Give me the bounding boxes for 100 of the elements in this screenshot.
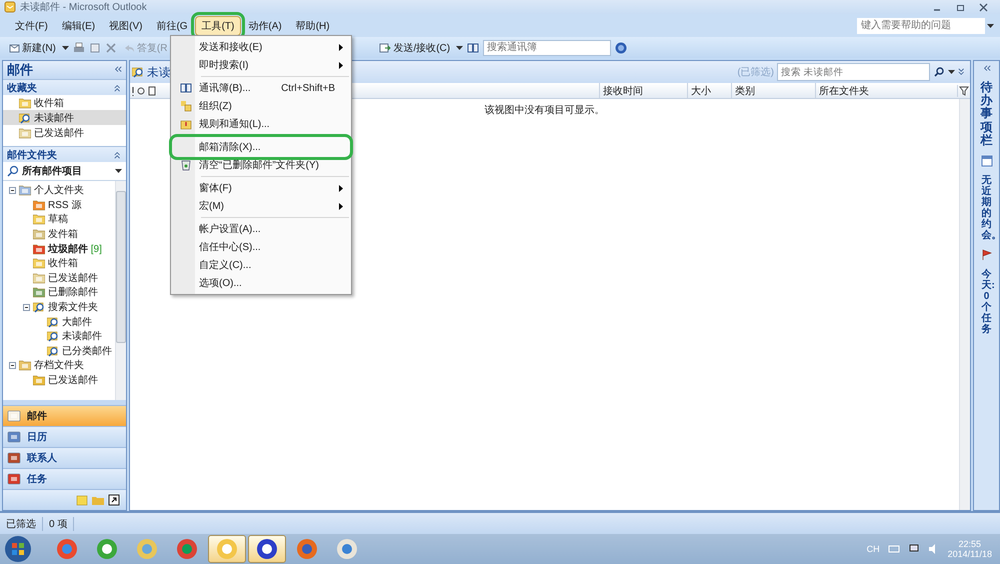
nav-button[interactable]: 联系人	[3, 447, 126, 468]
folder-item[interactable]: 收件箱	[48, 256, 78, 270]
app-icon	[56, 538, 78, 560]
menu-item[interactable]: 前往(G	[149, 16, 195, 36]
app-icon	[136, 538, 158, 560]
delete-icon[interactable]	[104, 42, 117, 54]
bin-icon	[180, 159, 192, 171]
folder-item[interactable]: 大邮件	[62, 314, 92, 329]
collapse-icon[interactable]	[23, 304, 30, 311]
folder-icon	[33, 257, 45, 270]
menu-item[interactable]: 组织(Z)	[173, 97, 349, 115]
dropdown-icon[interactable]	[456, 46, 464, 50]
menu-item[interactable]: 动作(A)	[241, 16, 289, 36]
expand-icon[interactable]	[958, 68, 966, 76]
filter-icon[interactable]	[957, 84, 970, 96]
folder-title: 未读	[147, 66, 171, 80]
print-icon[interactable]	[72, 42, 85, 54]
folder-icon	[33, 228, 45, 240]
column-header[interactable]: 类别	[731, 83, 815, 98]
folder-item[interactable]: 已发送邮件	[48, 373, 98, 388]
book-icon[interactable]	[467, 42, 480, 54]
folder-item[interactable]: 个人文件夹	[34, 183, 84, 198]
nav-button[interactable]: 邮件	[3, 405, 126, 426]
search-folder-icon	[19, 112, 31, 124]
taskbar-button[interactable]	[248, 535, 286, 563]
submenu-arrow-icon	[339, 44, 343, 50]
menu-item[interactable]: 规则和通知(L)...	[173, 115, 349, 133]
search-field[interactable]: 搜索 未读邮件	[777, 63, 930, 81]
restore-icon[interactable]	[956, 2, 965, 12]
app-icon	[336, 538, 358, 560]
app-icon	[4, 1, 16, 13]
tasks-text: 今天: 0 个任务	[982, 268, 992, 335]
search-folder-icon	[47, 316, 59, 328]
section-title: 收藏夹	[7, 82, 37, 94]
folder-item[interactable]: 未读邮件	[62, 329, 102, 344]
submenu-arrow-icon	[339, 184, 343, 192]
favorite-item[interactable]: 已发送邮件	[3, 125, 126, 140]
menu-item[interactable]: 窗体(F)	[173, 179, 349, 197]
folder-item[interactable]: RSS 源	[48, 198, 82, 212]
column-header[interactable]: 接收时间	[599, 83, 687, 98]
folder-item[interactable]: 草稿	[48, 212, 68, 226]
send-receive-button[interactable]: 发送/接收(C)	[377, 40, 452, 54]
send-receive-icon	[379, 42, 392, 54]
folder-item[interactable]: 发件箱	[48, 227, 78, 242]
favorite-item[interactable]: 收件箱	[3, 95, 126, 110]
folder-icon	[33, 213, 45, 226]
dropdown-icon[interactable]	[115, 169, 122, 173]
folder-icon	[33, 272, 45, 284]
search-icon	[7, 165, 19, 177]
dropdown-icon[interactable]	[62, 46, 69, 50]
nav-button[interactable]: 日历	[3, 426, 126, 447]
menu-item[interactable]: 文件(F)	[8, 16, 55, 36]
start-button[interactable]	[4, 535, 32, 563]
help-search-field[interactable]: 键入需要帮助的问题	[857, 18, 985, 34]
close-icon[interactable]	[979, 2, 988, 12]
menu-item[interactable]: 清空“已删除邮件”文件夹(Y)	[173, 156, 349, 174]
favorite-item[interactable]: 未读邮件	[3, 110, 126, 125]
collapse-icon[interactable]	[9, 186, 16, 194]
filter-note: (已筛选)	[737, 66, 774, 79]
folder-icon	[33, 198, 45, 211]
window-title: 未读邮件 - Microsoft Outlook	[20, 0, 147, 14]
menu-item[interactable]: 选项(O)...	[173, 274, 349, 292]
menu-item[interactable]: 发送和接收(E)	[173, 38, 349, 56]
address-book-search-field[interactable]: 搜索通讯簿	[483, 40, 612, 56]
folder-item[interactable]: 已删除邮件	[48, 285, 98, 300]
book-icon	[180, 82, 192, 94]
folder-item[interactable]: 垃圾邮件 [9]	[48, 242, 102, 256]
search-folder-icon	[132, 66, 144, 78]
column-header[interactable]: 大小	[687, 83, 731, 98]
dropdown-icon[interactable]	[987, 24, 994, 28]
shortcut-icon[interactable]	[108, 494, 120, 506]
scrollbar[interactable]	[115, 181, 126, 400]
menu-item[interactable]: 信任中心(S)...	[173, 238, 349, 256]
collapse-icon[interactable]	[9, 362, 16, 369]
menu-item[interactable]: 自定义(C)...	[173, 256, 349, 274]
menu-item[interactable]: 即时搜索(I)	[173, 56, 349, 74]
pane-title: 邮件	[7, 61, 33, 79]
folder-item[interactable]: 已分类邮件	[62, 344, 112, 358]
search-folder-icon	[47, 330, 59, 342]
new-button[interactable]: 新建(N)	[6, 40, 58, 54]
menu-item[interactable]: 帐户设置(A)...	[173, 220, 349, 238]
menu-item[interactable]: 宏(M)	[173, 197, 349, 215]
column-header[interactable]: 所在文件夹	[815, 83, 957, 98]
folder-item[interactable]: 存档文件夹	[34, 358, 84, 372]
folder-item[interactable]: 搜索文件夹	[48, 300, 98, 314]
menu-item[interactable]: 帮助(H)	[288, 16, 337, 36]
menu-item[interactable]: 视图(V)	[102, 16, 150, 36]
nav-button[interactable]: 任务	[3, 468, 126, 489]
submenu-arrow-icon	[339, 202, 343, 210]
search-icon[interactable]	[933, 66, 945, 78]
folder-view-dropdown[interactable]: 所有邮件项目	[7, 164, 82, 178]
menu-item[interactable]: 编辑(E)	[54, 16, 102, 36]
dropdown-icon[interactable]	[948, 70, 955, 74]
help-icon[interactable]	[615, 42, 628, 54]
submenu-arrow-icon	[339, 62, 343, 68]
app-icon	[256, 538, 278, 560]
scrollbar[interactable]	[959, 99, 970, 510]
folder-item[interactable]: 已发送邮件	[48, 270, 98, 285]
rules-icon	[180, 118, 192, 130]
menu-item[interactable]: 通讯簿(B)... Ctrl+Shift+B	[173, 79, 349, 97]
